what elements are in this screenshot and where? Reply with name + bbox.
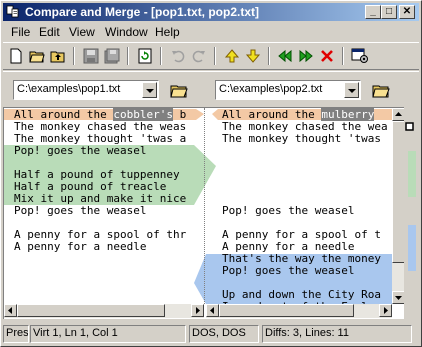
maximize-button[interactable]: □ (381, 5, 397, 19)
text-line[interactable] (4, 217, 14, 229)
path-bar: C:\examples\pop1.txt C:\examples\pop2.tx… (3, 71, 419, 107)
toolbar-separator (214, 47, 216, 65)
previous-diff-icon[interactable] (222, 46, 242, 66)
toolbar-separator (73, 47, 75, 65)
scroll-right-icon[interactable] (379, 304, 392, 317)
toolbar (3, 42, 419, 70)
menu-edit[interactable]: Edit (39, 25, 60, 39)
text-line[interactable]: Pop! goes the weasel (206, 265, 354, 277)
chevron-down-icon[interactable] (142, 82, 157, 98)
text-line[interactable] (206, 169, 222, 181)
status-position: Virt 1, Ln 1, Col 1 (30, 325, 186, 343)
scroll-thumb[interactable] (392, 121, 404, 263)
scroll-thumb[interactable] (219, 304, 354, 317)
text-line[interactable] (206, 277, 222, 289)
window-title: Compare and Merge - [pop1.txt, pop2.txt] (25, 5, 260, 19)
refresh-icon[interactable] (135, 46, 155, 66)
title-bar[interactable]: Compare and Merge - [pop1.txt, pop2.txt]… (3, 3, 419, 21)
left-file-path: C:\examples\pop1.txt (17, 83, 121, 95)
diff-overview-map[interactable] (404, 107, 420, 319)
next-diff-icon[interactable] (243, 46, 263, 66)
app-icon (6, 5, 19, 18)
right-file-path-combo[interactable]: C:\examples\pop2.txt (215, 80, 361, 100)
options-icon[interactable] (350, 46, 370, 66)
text-line[interactable]: A penny for a needle (4, 241, 146, 253)
scroll-right-icon[interactable] (191, 304, 204, 317)
menu-window[interactable]: Window (105, 25, 148, 39)
copy-to-left-icon[interactable] (275, 46, 295, 66)
toolbar-separator (342, 47, 344, 65)
scroll-left-icon[interactable] (206, 304, 219, 317)
close-button[interactable]: ✕ (399, 5, 415, 19)
new-file-icon[interactable] (6, 46, 26, 66)
scroll-up-icon[interactable] (392, 108, 404, 121)
status-diff-count: Diffs: 3, Lines: 11 (262, 325, 412, 343)
text-line[interactable] (4, 157, 14, 169)
compare-merge-window: Compare and Merge - [pop1.txt, pop2.txt]… (0, 0, 422, 347)
diff-overview-marks (405, 122, 416, 271)
left-horizontal-scrollbar[interactable] (4, 304, 204, 318)
left-text-pane[interactable]: All around the cobbler's b The monkey cha… (4, 108, 204, 304)
menu-view[interactable]: View (69, 25, 95, 39)
status-bar: Pres Virt 1, Ln 1, Col 1 DOS, DOS Diffs:… (3, 323, 419, 344)
text-line[interactable]: Pop! goes the weasel (206, 205, 354, 217)
menu-file[interactable]: File (11, 25, 30, 39)
toolbar-separator (127, 47, 129, 65)
toolbar-separator (268, 47, 270, 65)
text-line[interactable]: Pop! goes the weasel (4, 145, 146, 157)
left-file-path-combo[interactable]: C:\examples\pop1.txt (13, 80, 159, 100)
diff-editor[interactable]: All around the cobbler's b The monkey cha… (3, 107, 404, 319)
text-line[interactable] (206, 181, 222, 193)
undo-icon[interactable] (168, 46, 188, 66)
right-browse-folder-icon[interactable] (371, 81, 391, 99)
right-horizontal-scrollbar[interactable] (206, 304, 392, 318)
delete-icon[interactable] (317, 46, 337, 66)
chevron-down-icon[interactable] (344, 82, 359, 98)
save-icon[interactable] (81, 46, 101, 66)
scroll-left-icon[interactable] (4, 304, 17, 317)
text-line[interactable] (206, 145, 222, 157)
toolbar-separator (160, 47, 162, 65)
text-line[interactable] (206, 157, 222, 169)
right-text-pane[interactable]: All around the mulberry The monkey chased… (206, 108, 392, 304)
save-all-icon[interactable] (102, 46, 122, 66)
redo-icon[interactable] (189, 46, 209, 66)
left-browse-folder-icon[interactable] (169, 81, 189, 99)
open-folder-up-icon[interactable] (48, 46, 68, 66)
copy-to-right-icon[interactable] (296, 46, 316, 66)
scroll-down-icon[interactable] (392, 291, 404, 304)
scroll-thumb[interactable] (17, 304, 165, 317)
text-line[interactable] (206, 193, 222, 205)
vertical-scrollbar[interactable] (392, 108, 404, 304)
status-hint: Pres (3, 325, 29, 343)
text-line[interactable] (206, 217, 222, 229)
right-file-path: C:\examples\pop2.txt (219, 83, 323, 95)
text-line[interactable]: The monkey thought 'twas (206, 133, 381, 145)
open-folder-icon[interactable] (27, 46, 47, 66)
menu-help[interactable]: Help (155, 25, 180, 39)
status-line-endings: DOS, DOS (189, 325, 259, 343)
menu-bar: File Edit View Window Help (3, 23, 419, 41)
text-line[interactable]: Pop! goes the weasel (4, 205, 146, 217)
minimize-button[interactable]: _ (365, 5, 381, 19)
